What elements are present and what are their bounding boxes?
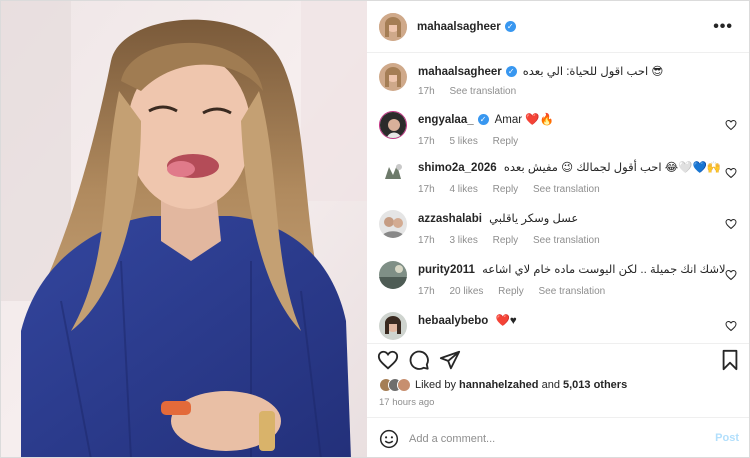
comment-time[interactable]: 17h — [418, 235, 435, 246]
liked-by-others[interactable]: 5,013 others — [563, 379, 627, 391]
caption-time[interactable]: 17h — [418, 86, 435, 97]
likes-summary[interactable]: Liked by hannahelzahed and 5,013 others — [379, 376, 627, 394]
action-bar — [367, 343, 749, 373]
comment-input[interactable] — [409, 432, 699, 445]
comment-heart-icon[interactable] — [725, 320, 737, 332]
post-details-panel: mahaalsagheer ✓ ••• mahaalsagheer ✓ احب اق… — [367, 1, 749, 457]
comment-text: ❤️♥ — [495, 315, 517, 327]
comment-heart-icon[interactable] — [725, 218, 737, 230]
comment-username[interactable]: azzashalabi — [418, 213, 482, 225]
post-header: mahaalsagheer ✓ ••• — [367, 1, 749, 53]
commenter-avatar[interactable] — [379, 261, 407, 289]
add-comment-bar: Post — [367, 417, 749, 457]
comment-username[interactable]: hebaalybebo — [418, 315, 488, 327]
more-icon[interactable]: ••• — [713, 18, 733, 36]
comment-text: عسل وسكر ياقلبي — [489, 213, 579, 225]
comment-heart-icon[interactable] — [725, 167, 737, 179]
comment-icon[interactable] — [408, 349, 430, 371]
comments-list[interactable]: mahaalsagheer ✓ احب اقول للحياة: الي بعده … — [367, 53, 749, 343]
heart-icon[interactable] — [377, 349, 399, 371]
comment-time[interactable]: 17h — [418, 136, 435, 147]
see-translation-link[interactable]: See translation — [533, 184, 600, 195]
comment-heart-icon[interactable] — [725, 269, 737, 281]
comment-username[interactable]: purity2011 — [418, 264, 475, 276]
reply-button[interactable]: Reply — [493, 184, 519, 195]
liked-by-prefix: Liked by — [415, 379, 456, 391]
liked-by-user[interactable]: hannahelzahed — [459, 379, 538, 391]
commenter-avatar[interactable] — [379, 210, 407, 238]
comment-text: Amar ❤️🔥 — [494, 114, 554, 126]
reply-button[interactable]: Reply — [498, 286, 524, 297]
comment-text: احب أقول لجمالك 😉 مفيش بعده 😂🤍💙🙌 — [503, 162, 722, 174]
verified-badge-icon: ✓ — [505, 66, 517, 78]
comment-username[interactable]: engyalaa_ — [418, 114, 474, 126]
commenter-avatar[interactable] — [379, 159, 407, 187]
comment-likes[interactable]: 4 likes — [449, 184, 477, 195]
caption-username[interactable]: mahaalsagheer — [418, 66, 502, 78]
caption-avatar[interactable] — [379, 63, 407, 91]
see-translation-link[interactable]: See translation — [539, 286, 606, 297]
reply-button[interactable]: Reply — [493, 235, 519, 246]
comment-heart-icon[interactable] — [725, 119, 737, 131]
verified-badge-icon: ✓ — [504, 21, 516, 32]
comment-username[interactable]: shimo2a_2026 — [418, 162, 497, 174]
instagram-post-modal: mahaalsagheer ✓ ••• mahaalsagheer ✓ احب اق… — [0, 0, 750, 458]
post-photo-image — [1, 1, 367, 457]
comment-time[interactable]: 17h — [418, 286, 435, 297]
emoji-icon[interactable] — [379, 429, 399, 449]
liked-by-and: and — [541, 379, 560, 391]
post-comment-button[interactable]: Post — [715, 432, 739, 444]
verified-badge-icon: ✓ — [477, 114, 489, 126]
commenter-avatar[interactable] — [379, 312, 407, 340]
caption-text: احب اقول للحياة: الي بعده 😎 — [522, 66, 664, 78]
post-timestamp[interactable]: 17 hours ago — [379, 397, 434, 408]
reply-button[interactable]: Reply — [493, 136, 519, 147]
comment-likes[interactable]: 5 likes — [449, 136, 477, 147]
comment-likes[interactable]: 3 likes — [449, 235, 477, 246]
see-translation-link[interactable]: See translation — [449, 86, 516, 97]
bookmark-icon[interactable] — [719, 349, 741, 371]
author-username[interactable]: mahaalsagheer — [417, 21, 501, 33]
comment-time[interactable]: 17h — [418, 184, 435, 195]
author-avatar[interactable] — [379, 12, 407, 41]
comment-likes[interactable]: 20 likes — [449, 286, 483, 297]
post-photo[interactable] — [1, 1, 367, 457]
comment-text: لاشك انك جميلة .. لكن اليوست ماده خام لا… — [482, 264, 726, 276]
commenter-avatar[interactable] — [379, 111, 407, 139]
share-icon[interactable] — [439, 349, 461, 371]
see-translation-link[interactable]: See translation — [533, 235, 600, 246]
liker-avatar — [397, 378, 411, 392]
